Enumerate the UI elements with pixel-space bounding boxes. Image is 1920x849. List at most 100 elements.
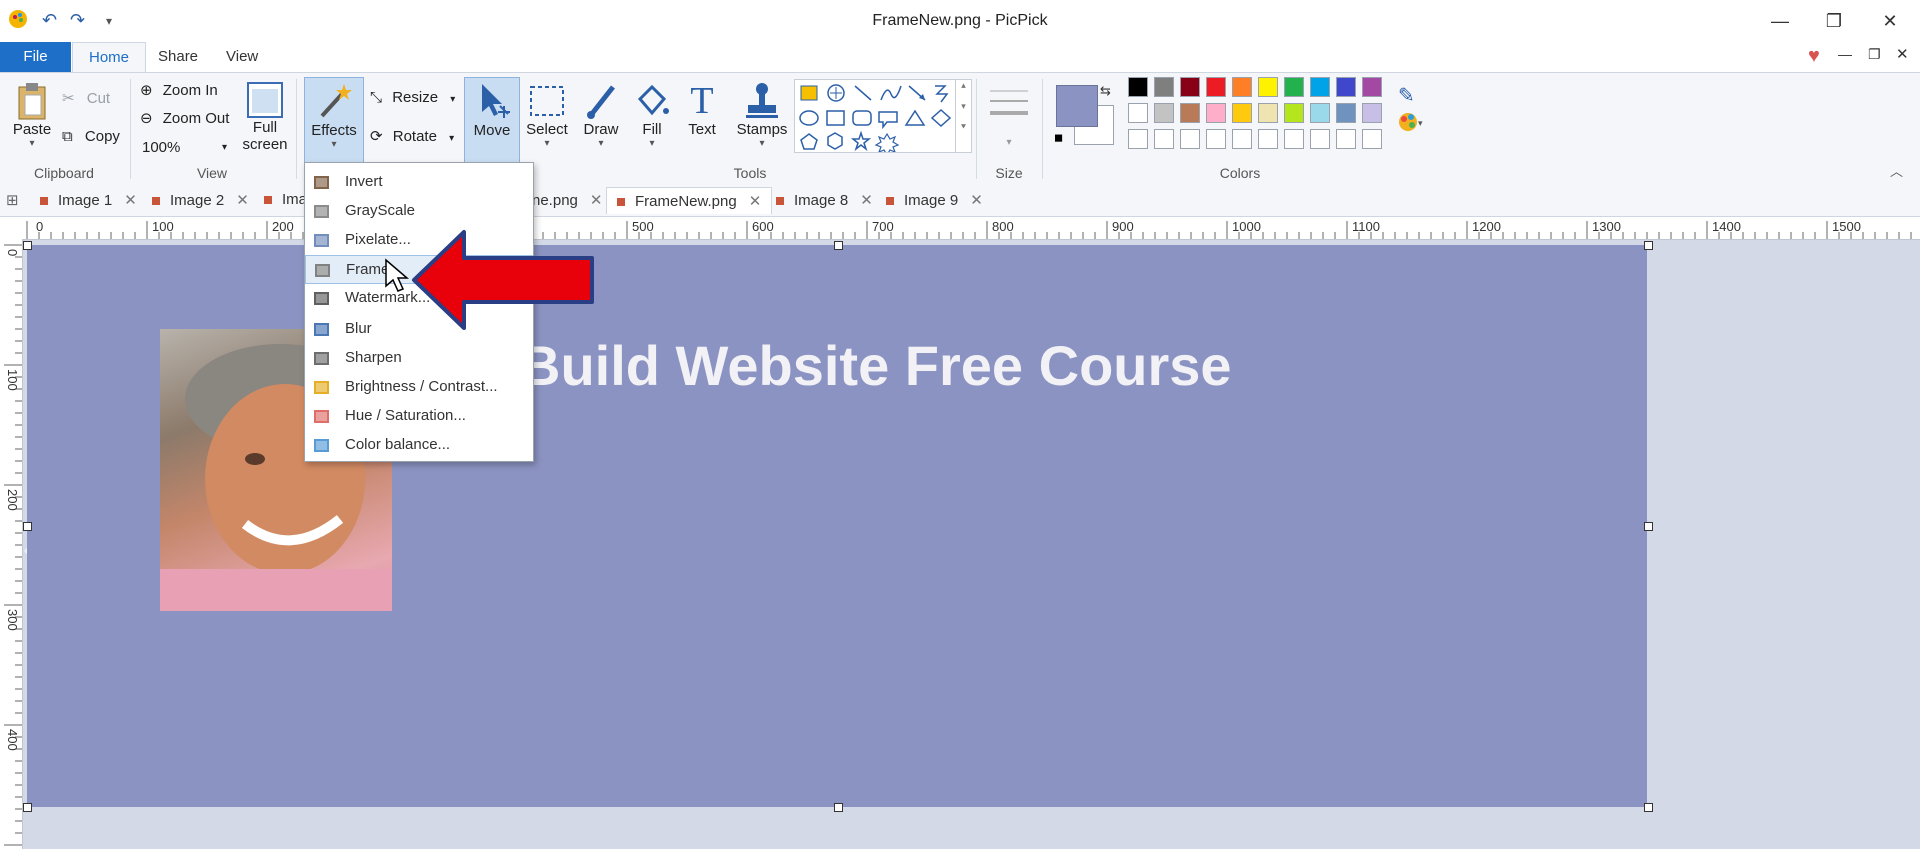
palette-color-swatch[interactable]	[1310, 103, 1330, 123]
resize-handle[interactable]	[834, 241, 843, 250]
doc-tab-active[interactable]: FrameNew.png ✕	[606, 187, 773, 214]
palette-color-swatch[interactable]	[1154, 103, 1174, 123]
draw-button[interactable]: Draw ▾	[578, 81, 624, 149]
menu-item-sharpen[interactable]: Sharpen	[305, 344, 533, 373]
tab-share[interactable]: Share	[158, 42, 198, 72]
text-button[interactable]: T Text	[680, 81, 724, 138]
close-tab-icon[interactable]: ✕	[124, 192, 137, 209]
palette-color-swatch[interactable]	[1310, 77, 1330, 97]
ribbon-minimize-icon[interactable]: —	[1838, 46, 1852, 62]
ribbon-restore-icon[interactable]: ❐	[1868, 46, 1881, 63]
resize-handle[interactable]	[1644, 522, 1653, 531]
doc-tab-label: Image 8	[794, 192, 849, 209]
move-button[interactable]: Move	[464, 77, 520, 163]
palette-color-swatch[interactable]	[1362, 77, 1382, 97]
palette-color-swatch[interactable]	[1128, 129, 1148, 149]
resize-handle[interactable]	[834, 803, 843, 812]
copy-button[interactable]: ⧉ Copy	[62, 128, 120, 145]
paste-button[interactable]: Paste ▾	[10, 81, 54, 149]
resize-handle[interactable]	[1644, 241, 1653, 250]
effects-button[interactable]: Effects ▾	[304, 77, 364, 163]
heart-icon[interactable]: ♥	[1808, 45, 1820, 68]
close-tab-icon[interactable]: ✕	[236, 192, 249, 209]
swap-colors-icon[interactable]: ⇆	[1100, 83, 1111, 99]
zoom-out-icon: ⊖	[140, 110, 153, 127]
menu-item-invert[interactable]: Invert	[305, 168, 533, 197]
menu-item-color-balance[interactable]: Color balance...	[305, 431, 533, 460]
resize-handle[interactable]	[1644, 803, 1653, 812]
close-tab-icon[interactable]: ✕	[860, 192, 873, 209]
palette-color-swatch[interactable]	[1206, 77, 1226, 97]
palette-color-swatch[interactable]	[1362, 129, 1382, 149]
doc-tab[interactable]: Image 1 ✕	[40, 191, 137, 209]
doc-tab[interactable]: Image 8 ✕	[776, 191, 873, 209]
rotate-button[interactable]: ⟳ Rotate ▾	[370, 127, 454, 145]
shapes-gallery[interactable]: ▴ ▾ ⯆	[794, 79, 972, 157]
zoom-out-button[interactable]: ⊖ Zoom Out	[140, 109, 229, 127]
palette-color-swatch[interactable]	[1206, 103, 1226, 123]
color-wheel-icon[interactable]: ▾	[1398, 111, 1424, 139]
palette-color-swatch[interactable]	[1284, 103, 1304, 123]
ribbon-close-icon[interactable]: ✕	[1896, 45, 1909, 63]
tab-view[interactable]: View	[226, 42, 258, 72]
tab-grid-icon[interactable]: ⊞	[6, 191, 19, 209]
palette-color-swatch[interactable]	[1206, 129, 1226, 149]
chevron-down-icon: ▾	[1006, 137, 1012, 148]
palette-color-swatch[interactable]	[1310, 129, 1330, 149]
palette-color-swatch[interactable]	[1284, 129, 1304, 149]
close-tab-icon[interactable]: ✕	[590, 192, 603, 209]
zoom-in-button[interactable]: ⊕ Zoom In	[140, 81, 218, 99]
full-screen-button[interactable]: Full screen	[240, 81, 290, 153]
cut-button[interactable]: ✂ Cut	[62, 89, 110, 107]
palette-color-swatch[interactable]	[1232, 103, 1252, 123]
doc-tab[interactable]: Ima	[264, 191, 307, 208]
image-canvas[interactable]: Build Website Free Course	[27, 245, 1647, 807]
close-tab-icon[interactable]: ✕	[749, 193, 762, 210]
menu-item-grayscale[interactable]: GrayScale	[305, 197, 533, 226]
resize-handle[interactable]	[23, 241, 32, 250]
collapse-ribbon-icon[interactable]: ︿	[1890, 161, 1903, 180]
default-colors-icon[interactable]: ◼	[1054, 131, 1063, 144]
doc-tab[interactable]: Image 2 ✕	[152, 191, 249, 209]
palette-color-swatch[interactable]	[1258, 103, 1278, 123]
ruler-label: 600	[752, 219, 774, 234]
palette-color-swatch[interactable]	[1154, 77, 1174, 97]
restore-button[interactable]: ❐	[1814, 8, 1854, 34]
palette-color-swatch[interactable]	[1128, 77, 1148, 97]
resize-handle[interactable]	[23, 803, 32, 812]
zoom-level-select[interactable]: 100% ▾	[142, 139, 230, 156]
palette-color-swatch[interactable]	[1232, 129, 1252, 149]
doc-tab[interactable]: ne.png ✕	[532, 191, 602, 209]
menu-item-brightness-contrast[interactable]: Brightness / Contrast...	[305, 373, 533, 402]
palette-color-swatch[interactable]	[1180, 77, 1200, 97]
gallery-scroll[interactable]: ▴ ▾ ⯆	[955, 80, 971, 152]
resize-handle[interactable]	[23, 522, 32, 531]
minimize-button[interactable]: —	[1760, 8, 1800, 34]
palette-color-swatch[interactable]	[1336, 77, 1356, 97]
fill-button[interactable]: Fill ▾	[630, 81, 674, 149]
tab-home[interactable]: Home	[72, 42, 146, 72]
doc-tab[interactable]: Image 9 ✕	[886, 191, 983, 209]
primary-color-swatch-front[interactable]	[1056, 85, 1098, 127]
eyedropper-icon[interactable]: ✎	[1398, 83, 1415, 108]
palette-color-swatch[interactable]	[1336, 129, 1356, 149]
file-menu[interactable]: File	[0, 42, 71, 72]
palette-color-swatch[interactable]	[1180, 103, 1200, 123]
line-size-button[interactable]: ▾	[986, 83, 1032, 153]
palette-color-swatch[interactable]	[1284, 77, 1304, 97]
close-tab-icon[interactable]: ✕	[970, 192, 983, 209]
palette-color-swatch[interactable]	[1154, 129, 1174, 149]
palette-color-swatch[interactable]	[1258, 77, 1278, 97]
invert-icon	[313, 174, 330, 191]
menu-item-hue-saturation[interactable]: Hue / Saturation...	[305, 402, 533, 431]
select-button[interactable]: Select ▾	[522, 81, 572, 149]
palette-color-swatch[interactable]	[1258, 129, 1278, 149]
resize-button[interactable]: ⤡ Resize ▾	[370, 89, 455, 106]
palette-color-swatch[interactable]	[1362, 103, 1382, 123]
palette-color-swatch[interactable]	[1180, 129, 1200, 149]
palette-color-swatch[interactable]	[1232, 77, 1252, 97]
stamps-button[interactable]: Stamps ▾	[734, 81, 790, 149]
close-button[interactable]: ✕	[1870, 8, 1910, 34]
palette-color-swatch[interactable]	[1336, 103, 1356, 123]
palette-color-swatch[interactable]	[1128, 103, 1148, 123]
